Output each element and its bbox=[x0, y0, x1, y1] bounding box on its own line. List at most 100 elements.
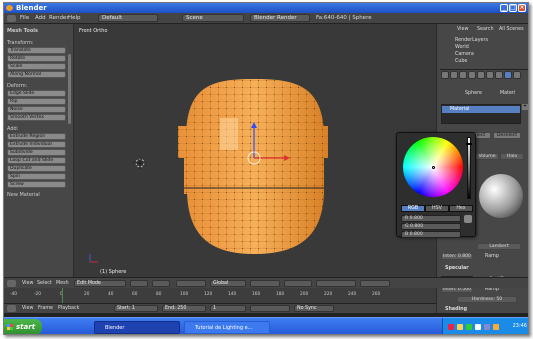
minimize-button[interactable]: _ bbox=[500, 4, 508, 12]
orientation-selector[interactable]: Global bbox=[210, 280, 246, 287]
loop-cut-button[interactable]: Loop Cut and Slide bbox=[7, 157, 66, 164]
shading-selector[interactable] bbox=[130, 280, 148, 287]
diffuse-ramp-checkbox[interactable]: Ramp bbox=[485, 254, 499, 259]
eyedropper-icon[interactable] bbox=[464, 215, 472, 223]
tray-icon[interactable] bbox=[466, 324, 472, 330]
extrude-region-button[interactable]: Extrude Region bbox=[7, 133, 66, 140]
timeline-menu-view[interactable]: View bbox=[22, 306, 33, 311]
tool-shelf-scrollbar[interactable] bbox=[68, 54, 71, 124]
playback-controls[interactable] bbox=[250, 305, 290, 312]
scene-tab-icon[interactable] bbox=[450, 71, 458, 79]
editor-type-icon[interactable] bbox=[7, 280, 16, 287]
material-slot[interactable]: Material bbox=[442, 106, 520, 113]
outliner-item[interactable]: Cube bbox=[455, 59, 467, 64]
start-button[interactable]: start bbox=[4, 319, 42, 334]
sphere-mesh[interactable] bbox=[178, 79, 328, 254]
rgb-tab[interactable]: RGB bbox=[401, 205, 425, 212]
current-frame-marker[interactable] bbox=[62, 288, 63, 303]
close-button[interactable]: × bbox=[518, 4, 526, 12]
outliner-search-menu[interactable]: Search bbox=[477, 27, 493, 32]
menu-add[interactable]: Add bbox=[35, 15, 46, 21]
green-value-field[interactable]: G 0.800 bbox=[401, 223, 461, 230]
sync-selector[interactable]: No Sync bbox=[294, 305, 334, 312]
blue-value-field[interactable]: B 0.800 bbox=[401, 231, 461, 238]
hex-tab[interactable]: Hex bbox=[449, 205, 473, 212]
menu-mesh[interactable]: Mesh bbox=[56, 281, 69, 286]
tray-icon[interactable] bbox=[448, 324, 454, 330]
value-slider-handle[interactable] bbox=[466, 143, 472, 145]
rotate-button[interactable]: Rotate bbox=[7, 55, 66, 62]
red-value-field[interactable]: R 0.800 bbox=[401, 215, 461, 222]
hardness-field[interactable]: Hardness: 50 bbox=[457, 296, 517, 303]
outliner-item[interactable]: RenderLayers bbox=[455, 38, 488, 43]
spin-button[interactable]: Spin bbox=[7, 173, 66, 180]
mode-selector[interactable]: Edit Mode bbox=[74, 280, 126, 287]
timeline[interactable]: -40 -20 0 20 40 60 80 100 120 140 160 18… bbox=[4, 288, 436, 303]
extrude-individual-button[interactable]: Extrude Individual bbox=[7, 141, 66, 148]
tray-icon[interactable] bbox=[475, 324, 481, 330]
halo-tab[interactable]: Halo bbox=[500, 153, 524, 160]
editor-type-icon[interactable] bbox=[7, 15, 16, 22]
taskbar-item-tutorial[interactable]: Tutorial de Lighting e... bbox=[184, 321, 270, 334]
maximize-button[interactable]: □ bbox=[509, 4, 517, 12]
timeline-menu-playback[interactable]: Playback bbox=[58, 306, 79, 311]
outliner-item[interactable]: World bbox=[455, 45, 469, 50]
render-tab-icon[interactable] bbox=[441, 71, 449, 79]
subdivide-button[interactable]: Subdivide bbox=[7, 149, 66, 156]
menu-file[interactable]: File bbox=[20, 15, 29, 21]
translate-button[interactable]: Translate bbox=[7, 47, 66, 54]
specular-panel-header[interactable]: Specular bbox=[445, 266, 469, 271]
select-mode-toggle[interactable] bbox=[284, 280, 312, 287]
value-slider[interactable] bbox=[467, 137, 471, 199]
rip-button[interactable]: Rip bbox=[7, 98, 66, 105]
layout-selector[interactable]: Default bbox=[98, 14, 158, 22]
menu-select[interactable]: Select bbox=[37, 281, 52, 286]
tray-icon[interactable] bbox=[484, 324, 490, 330]
scale-button[interactable]: Scale bbox=[7, 63, 66, 70]
hsv-tab[interactable]: HSV bbox=[425, 205, 449, 212]
constraints-tab-icon[interactable] bbox=[477, 71, 485, 79]
diffuse-intensity-field[interactable]: Inten: 0.800 bbox=[441, 253, 473, 260]
texture-tab-icon[interactable] bbox=[513, 71, 521, 79]
modifiers-tab-icon[interactable] bbox=[486, 71, 494, 79]
data-tab-icon[interactable] bbox=[495, 71, 503, 79]
proportional-edit-toggle[interactable] bbox=[316, 280, 356, 287]
world-tab-icon[interactable] bbox=[459, 71, 467, 79]
new-material-panel[interactable]: New Material bbox=[7, 192, 40, 198]
manipulator-toggle[interactable] bbox=[176, 280, 206, 287]
screw-button[interactable]: Screw bbox=[7, 181, 66, 188]
pivot-selector[interactable] bbox=[152, 280, 170, 287]
viewport-canvas[interactable] bbox=[74, 24, 436, 277]
outliner-view-menu[interactable]: View bbox=[457, 27, 468, 32]
tray-icon[interactable] bbox=[493, 324, 499, 330]
duplicate-button[interactable]: Duplicate bbox=[7, 165, 66, 172]
menu-render[interactable]: Render bbox=[49, 15, 69, 21]
material-tab-icon[interactable] bbox=[504, 71, 512, 79]
shading-panel-header[interactable]: Shading bbox=[445, 307, 467, 312]
start-frame-field[interactable]: Start: 1 bbox=[114, 305, 158, 312]
noise-button[interactable]: Noise bbox=[7, 106, 66, 113]
add-slot-button[interactable]: + bbox=[522, 104, 528, 110]
render-engine-selector[interactable]: Blender Render bbox=[250, 14, 310, 22]
end-frame-field[interactable]: End: 250 bbox=[162, 305, 206, 312]
tray-icon[interactable] bbox=[457, 324, 463, 330]
editor-type-icon[interactable] bbox=[7, 305, 16, 312]
snap-toggle[interactable] bbox=[360, 280, 390, 287]
3d-viewport[interactable]: Front Ortho (1) Sphere bbox=[74, 24, 436, 277]
object-tab-icon[interactable] bbox=[468, 71, 476, 79]
volume-tab[interactable]: Volume bbox=[475, 153, 499, 160]
menu-help[interactable]: Help bbox=[68, 15, 81, 21]
layers-selector[interactable] bbox=[250, 280, 280, 287]
deselect-button[interactable]: Deselect bbox=[493, 132, 521, 139]
edge-slide-button[interactable]: Edge Slide bbox=[7, 90, 66, 97]
smooth-vertex-button[interactable]: Smooth Vertex bbox=[7, 114, 66, 121]
menu-view[interactable]: View bbox=[22, 281, 33, 286]
diffuse-shader-dropdown[interactable]: Lambert bbox=[477, 243, 521, 250]
taskbar-item-blender[interactable]: Blender bbox=[94, 321, 180, 334]
scene-selector[interactable]: Scene bbox=[182, 14, 244, 22]
timeline-menu-frame[interactable]: Frame bbox=[38, 306, 53, 311]
color-wheel-cursor[interactable] bbox=[432, 166, 435, 169]
outliner-item[interactable]: Camera bbox=[455, 52, 474, 57]
current-frame-field[interactable]: 1 bbox=[210, 305, 246, 312]
along-normal-button[interactable]: Along Normal bbox=[7, 71, 66, 78]
